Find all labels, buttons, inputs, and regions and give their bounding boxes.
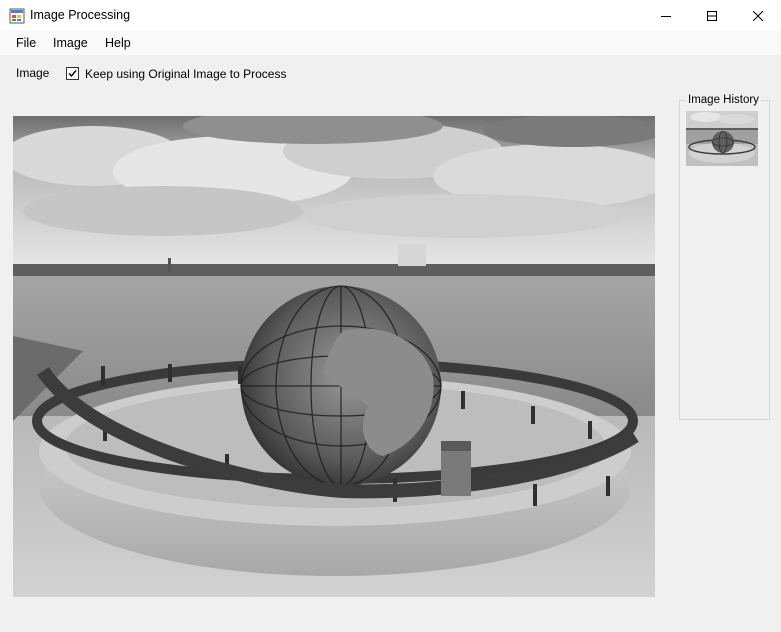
menu-image[interactable]: Image (53, 36, 88, 50)
keep-original-label[interactable]: Keep using Original Image to Process (85, 67, 286, 81)
checkmark-icon (68, 70, 77, 78)
maximize-button[interactable] (689, 0, 735, 31)
menu-bar: File Image Help (0, 31, 781, 55)
menu-file[interactable]: File (16, 36, 36, 50)
history-thumbnail-image (686, 111, 758, 166)
app-icon (9, 8, 25, 24)
main-picture-box[interactable] (13, 116, 655, 597)
menu-help[interactable]: Help (105, 36, 131, 50)
globe-sculpture-photo (13, 116, 655, 597)
minimize-button-real[interactable] (643, 0, 689, 31)
history-thumbnail[interactable] (686, 111, 758, 166)
keep-original-checkbox[interactable] (66, 67, 79, 80)
image-label: Image (16, 66, 50, 80)
image-history-title: Image History (686, 94, 761, 106)
maximize-icon (707, 10, 717, 21)
minimize-icon (661, 15, 671, 17)
window-title: Image Processing (30, 8, 131, 22)
close-icon (753, 10, 763, 21)
close-button[interactable] (735, 0, 781, 31)
